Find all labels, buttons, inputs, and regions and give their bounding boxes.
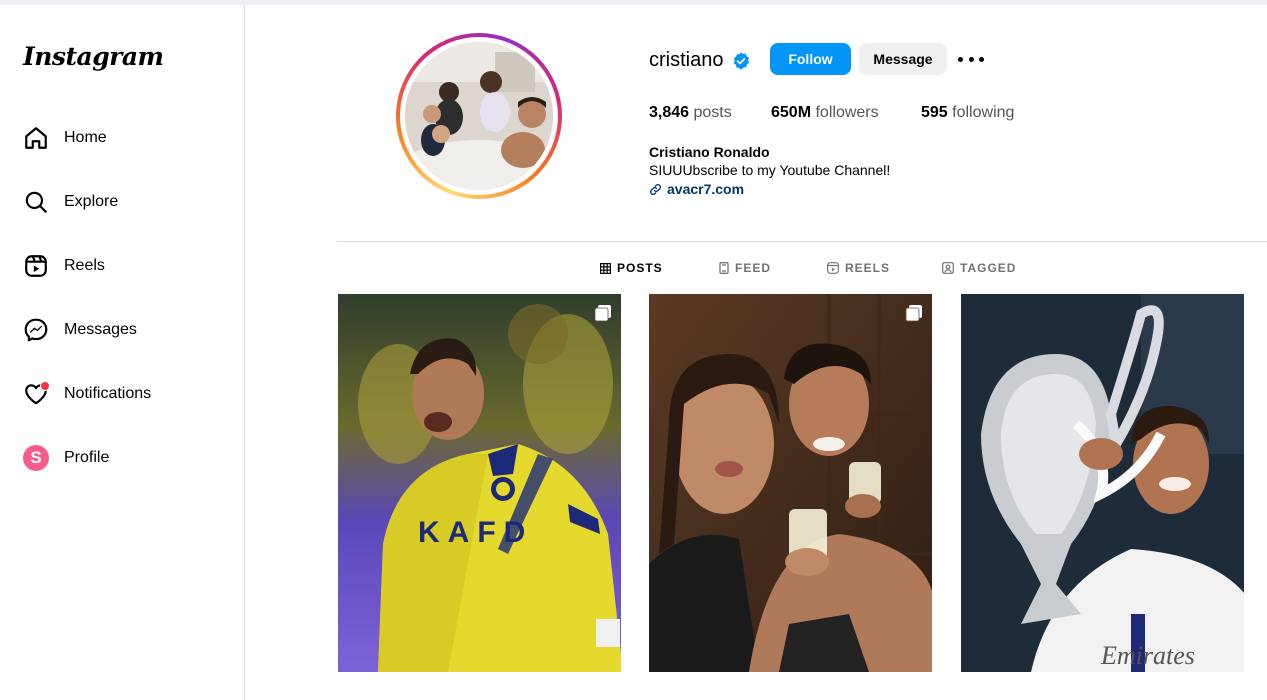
link-icon [650,183,661,195]
profile-bio: SIUUUbscribe to my Youtube Channel! [649,162,891,178]
tab-feed[interactable]: FEED [719,261,771,275]
profile-picture-border [400,37,558,195]
heart-icon [22,380,50,408]
profile-avatar: S [23,445,49,471]
multi-post-icon [905,305,922,322]
jersey-text: KAFD [418,516,533,549]
followers-count-value: 650M [771,104,812,121]
sidebar-item-label: Messages [64,321,137,338]
verified-badge-icon [731,51,751,76]
sidebar-item-label: Home [64,129,107,146]
tab-posts[interactable]: POSTS [600,261,663,275]
profile-link-text: avacr7.com [667,181,745,197]
sidebar-item-messages[interactable]: Messages [22,314,222,346]
posts-count-label: posts [693,104,732,121]
messenger-icon [22,316,50,344]
grid-icon [600,262,611,274]
posts-count: 3,846 posts [649,104,732,122]
following-count-value: 595 [921,104,948,121]
post-thumbnail[interactable] [649,294,932,672]
multi-post-icon [594,305,611,322]
sidebar: Instagram Home Explore Reels Messages No… [0,5,245,700]
tab-label: REELS [845,261,891,275]
header-divider [337,241,1267,242]
profile-username: cristiano [649,49,724,71]
more-options-icon[interactable] [958,50,984,68]
feed-icon [719,262,729,274]
sidebar-item-label: Profile [64,449,110,466]
posts-count-value: 3,846 [649,104,690,121]
post-thumbnail[interactable]: Emirates [961,294,1244,672]
sidebar-item-notifications[interactable]: Notifications [22,378,222,410]
sidebar-item-home[interactable]: Home [22,122,222,154]
tab-reels[interactable]: REELS [827,261,890,275]
post-image: KAFD [338,294,621,672]
profile-picture-ring[interactable] [396,33,562,199]
tab-label: FEED [735,261,772,275]
search-icon [22,188,50,216]
following-count[interactable]: 595 following [921,104,1014,122]
profile-picture [405,42,553,190]
profile-avatar-wrap: S [22,444,50,472]
profile-full-name: Cristiano Ronaldo [649,144,770,160]
sidebar-item-label: Reels [64,257,105,274]
tagged-icon [942,262,954,274]
post-image [649,294,932,672]
follow-button[interactable]: Follow [770,43,851,75]
post-image: Emirates [961,294,1244,672]
following-count-label: following [952,104,1015,121]
tab-label: TAGGED [960,261,1017,275]
followers-count[interactable]: 650M followers [771,104,879,122]
home-icon [22,124,50,152]
sidebar-item-label: Explore [64,193,119,210]
profile-link[interactable]: avacr7.com [649,181,744,197]
reels-icon [827,262,839,274]
tab-label: POSTS [617,261,663,275]
tab-tagged[interactable]: TAGGED [942,261,1016,275]
sidebar-item-explore[interactable]: Explore [22,186,222,218]
sidebar-item-profile[interactable]: S Profile [22,442,222,474]
post-thumbnail[interactable]: KAFD [338,294,621,672]
reels-icon [22,252,50,280]
instagram-logo[interactable]: Instagram [23,42,164,71]
sidebar-item-label: Notifications [64,385,152,402]
sidebar-item-reels[interactable]: Reels [22,250,222,282]
message-button[interactable]: Message [859,43,947,75]
notification-badge [40,381,50,391]
jersey-text: Emirates [1100,641,1195,670]
followers-count-label: followers [815,104,879,121]
